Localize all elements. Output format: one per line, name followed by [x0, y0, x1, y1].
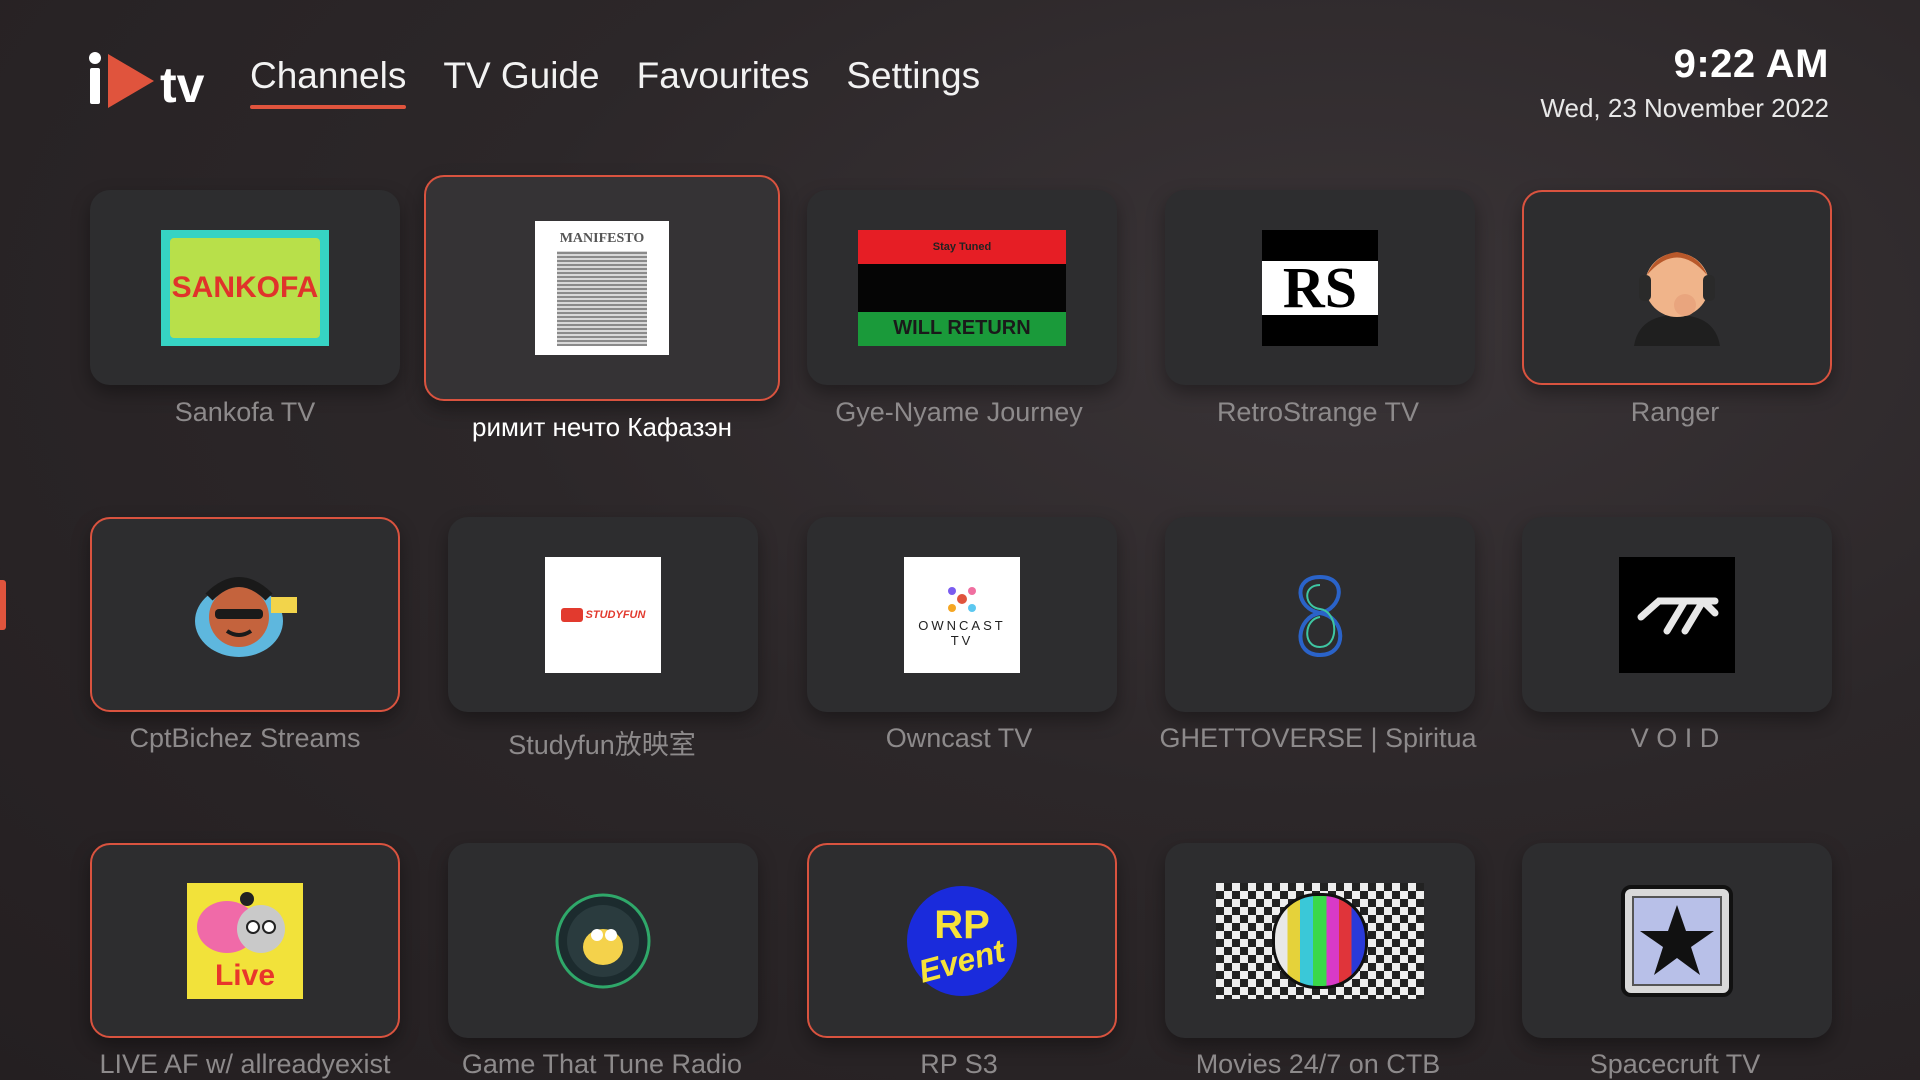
tab-favourites[interactable]: Favourites	[637, 55, 810, 109]
void-thumbnail	[1619, 556, 1735, 673]
channel-label: Game That Tune Radio	[461, 1049, 743, 1079]
channel-label: CptBichez Streams	[129, 723, 361, 753]
app-logo: tv	[88, 50, 223, 113]
game-that-tune-thumbnail	[545, 883, 661, 999]
channel-card-game-that-tune-radio[interactable]	[448, 843, 758, 1038]
clock-time: 9:22 AM	[1673, 42, 1829, 86]
owncast-thumbnail: OWNCAST TV	[904, 556, 1020, 673]
logo-text: tv	[160, 57, 205, 112]
tab-settings[interactable]: Settings	[846, 55, 980, 109]
ghettoverse-thumbnail	[1262, 557, 1378, 673]
channel-card-ranger[interactable]	[1522, 190, 1832, 385]
channel-label: Gye-Nyame Journey	[835, 397, 1083, 427]
channel-label: LIVE AF w/ allreadyexist	[99, 1049, 391, 1079]
top-nav: Channels TV Guide Favourites Settings	[250, 55, 980, 109]
ranger-thumbnail	[1619, 230, 1735, 346]
channel-label-focused: римит нечто Кафазэн	[471, 412, 733, 442]
live-af-thumbnail: Live	[187, 882, 303, 999]
channel-card-sankofa-tv[interactable]: SANKOFA	[90, 190, 400, 385]
channel-card-spacecruft-tv[interactable]	[1522, 843, 1832, 1038]
retrostrange-thumbnail: RS	[1262, 229, 1378, 346]
channel-label: Owncast TV	[885, 723, 1033, 753]
channel-label: Studyfun放映室	[508, 730, 696, 760]
gye-nyame-thumbnail: Stay Tuned WILL RETURN	[858, 229, 1066, 346]
cptbichez-thumbnail	[187, 557, 303, 673]
channel-label: Movies 24/7 on CTB	[1195, 1049, 1441, 1079]
channel-card-live-af[interactable]: Live	[90, 843, 400, 1038]
studyfun-thumbnail: STUDYFUN	[545, 556, 661, 673]
clock-date: Wed, 23 November 2022	[1540, 93, 1829, 123]
channel-card-rp-s3[interactable]: RP Event	[807, 843, 1117, 1038]
channel-card-gye-nyame-journey[interactable]: Stay Tuned WILL RETURN	[807, 190, 1117, 385]
channel-card-studyfun[interactable]: STUDYFUN	[448, 517, 758, 712]
channel-card-ghettoverse[interactable]	[1165, 517, 1475, 712]
side-indicator	[0, 580, 6, 630]
channel-card-focused[interactable]: MANIFESTO	[424, 175, 780, 401]
movies-thumbnail	[1216, 882, 1424, 999]
manifesto-thumbnail: MANIFESTO	[535, 221, 669, 355]
spacecruft-thumbnail	[1619, 883, 1735, 999]
channel-label: Ranger	[1630, 397, 1720, 427]
channel-card-retrostrange-tv[interactable]: RS	[1165, 190, 1475, 385]
clock: 9:22 AM Wed, 23 November 2022	[1540, 42, 1829, 124]
channel-label: V O I D	[1630, 723, 1720, 753]
tab-tv-guide[interactable]: TV Guide	[443, 55, 599, 109]
channel-label: Spacecruft TV	[1589, 1049, 1761, 1079]
tab-channels[interactable]: Channels	[250, 55, 407, 109]
channel-label: RP S3	[920, 1049, 998, 1079]
channel-card-owncast-tv[interactable]: OWNCAST TV	[807, 517, 1117, 712]
channel-label: RetroStrange TV	[1216, 397, 1420, 427]
channel-card-void[interactable]	[1522, 517, 1832, 712]
channel-label: Sankofa TV	[174, 397, 316, 427]
channel-card-cptbichez-streams[interactable]	[90, 517, 400, 712]
channel-card-movies-247[interactable]	[1165, 843, 1475, 1038]
channel-label: GHETTOVERSE | Spiritua	[1159, 723, 1477, 753]
rp-s3-thumbnail: RP Event	[904, 883, 1020, 999]
sankofa-tv-thumbnail: SANKOFA	[161, 229, 329, 346]
